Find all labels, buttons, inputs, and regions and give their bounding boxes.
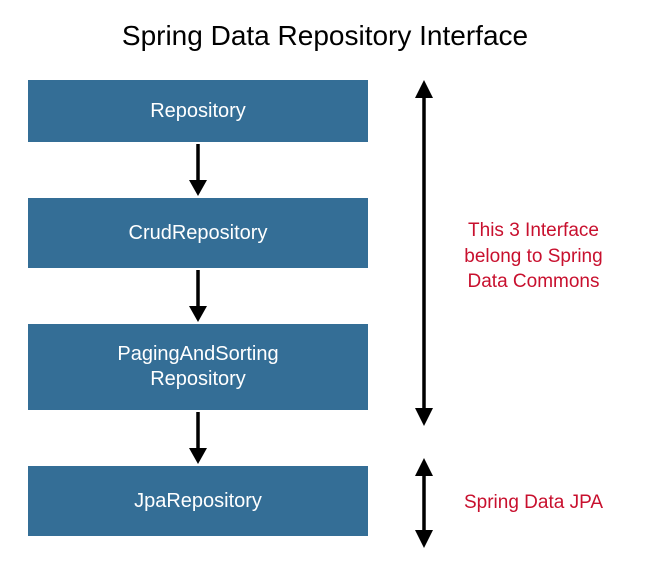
box-label: PagingAndSorting Repository bbox=[117, 342, 278, 392]
box-crud-repository: CrudRepository bbox=[28, 198, 368, 268]
box-repository: Repository bbox=[28, 80, 368, 142]
bracket-jpa bbox=[410, 458, 438, 548]
hierarchy-column: Repository CrudRepository PagingAndSorti… bbox=[28, 80, 368, 536]
arrow-down-icon bbox=[28, 268, 368, 324]
label-spring-data-commons: This 3 Interface belong to Spring Data C… bbox=[446, 218, 621, 295]
diagram-title: Spring Data Repository Interface bbox=[0, 20, 650, 52]
box-paging-sorting-repository: PagingAndSorting Repository bbox=[28, 324, 368, 410]
label-spring-data-jpa: Spring Data JPA bbox=[446, 490, 621, 516]
box-jpa-repository: JpaRepository bbox=[28, 466, 368, 536]
box-label: JpaRepository bbox=[134, 489, 262, 514]
arrow-down-icon bbox=[28, 410, 368, 466]
bracket-commons bbox=[410, 80, 438, 426]
box-label: CrudRepository bbox=[129, 221, 268, 246]
arrow-down-icon bbox=[28, 142, 368, 198]
box-label: Repository bbox=[150, 99, 246, 124]
